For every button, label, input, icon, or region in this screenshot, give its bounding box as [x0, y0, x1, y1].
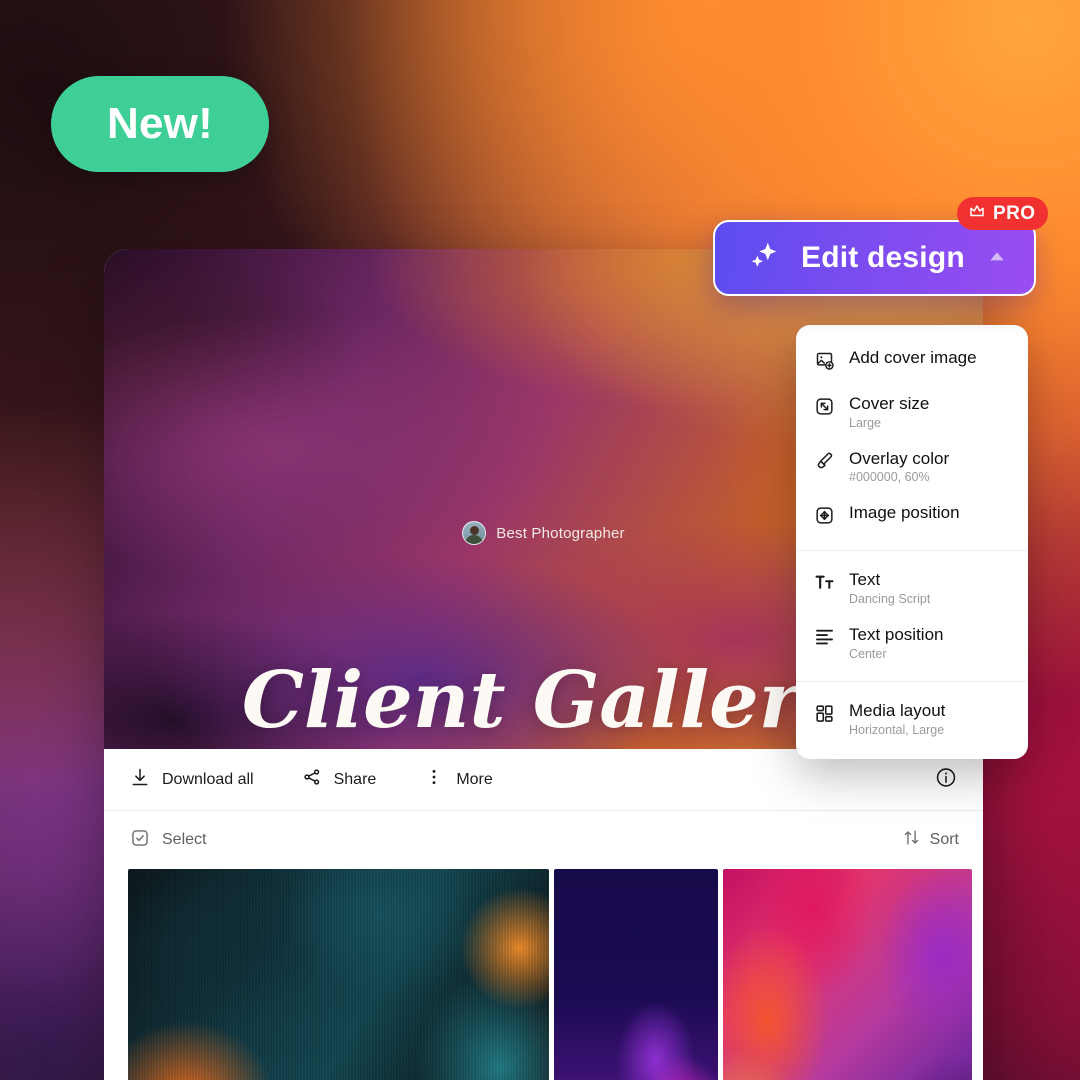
- thumbnail-grid: [104, 869, 983, 1080]
- sort-arrows-icon: [902, 828, 921, 852]
- crown-icon: [968, 202, 986, 225]
- move-icon: [814, 505, 835, 531]
- text-size-icon: [814, 572, 835, 598]
- grid-layout-icon: [814, 703, 835, 729]
- more-label: More: [456, 770, 493, 788]
- share-button[interactable]: Share: [302, 767, 377, 792]
- menu-divider-1: [796, 550, 1028, 552]
- menu-item-cover-size[interactable]: Cover size Large: [796, 385, 1028, 440]
- brush-icon: [814, 451, 835, 477]
- select-row: Select Sort: [104, 811, 983, 869]
- sort-label: Sort: [929, 831, 959, 848]
- menu-item-subtitle: Large: [849, 415, 881, 430]
- edit-design-label: Edit design: [801, 241, 965, 274]
- download-all-button[interactable]: Download all: [130, 767, 254, 792]
- menu-item-image-position[interactable]: Image position: [796, 494, 1028, 540]
- new-badge: New!: [51, 76, 269, 172]
- resize-icon: [814, 396, 835, 422]
- checkbox-checked-icon: [130, 828, 150, 853]
- pro-badge[interactable]: PRO: [957, 197, 1049, 230]
- sort-button[interactable]: Sort: [902, 828, 959, 852]
- menu-item-title: Overlay color: [849, 448, 950, 468]
- more-button[interactable]: More: [424, 767, 493, 792]
- select-button[interactable]: Select: [130, 828, 206, 853]
- download-all-label: Download all: [162, 770, 254, 788]
- info-button[interactable]: [935, 766, 957, 793]
- sparkles-icon: [745, 237, 783, 280]
- add-image-icon: [814, 350, 835, 376]
- menu-item-subtitle: #000000, 60%: [849, 470, 930, 485]
- menu-item-subtitle: Center: [849, 646, 887, 661]
- author-name: Best Photographer: [496, 524, 625, 542]
- menu-item-text[interactable]: Text Dancing Script: [796, 561, 1028, 616]
- download-icon: [130, 767, 150, 792]
- thumbnail-3[interactable]: [723, 869, 972, 1080]
- design-dropdown-menu: Add cover image Cover size Large Overlay…: [796, 325, 1028, 759]
- menu-item-media-layout[interactable]: Media layout Horizontal, Large: [796, 692, 1028, 747]
- align-left-icon: [814, 627, 835, 653]
- edit-design-button[interactable]: Edit design: [713, 220, 1036, 296]
- share-icon: [302, 767, 322, 792]
- thumbnail-2[interactable]: [554, 869, 718, 1080]
- menu-item-title: Add cover image: [849, 348, 977, 367]
- menu-item-title: Image position: [849, 503, 960, 523]
- thumbnail-1[interactable]: [128, 869, 549, 1080]
- menu-item-subtitle: Dancing Script: [849, 592, 931, 607]
- menu-item-overlay-color[interactable]: Overlay color #000000, 60%: [796, 440, 1028, 495]
- menu-item-add-cover-image[interactable]: Add cover image: [796, 339, 1028, 385]
- menu-item-text-position[interactable]: Text position Center: [796, 616, 1028, 671]
- new-badge-label: New!: [107, 99, 213, 148]
- info-icon: [935, 767, 957, 792]
- avatar: [462, 521, 487, 545]
- pro-badge-label: PRO: [993, 202, 1036, 224]
- select-label: Select: [162, 831, 207, 848]
- chevron-up-icon: [984, 243, 1010, 274]
- menu-item-title: Text: [849, 570, 881, 590]
- share-label: Share: [333, 770, 377, 788]
- menu-item-title: Cover size: [849, 394, 930, 413]
- menu-item-subtitle: Horizontal, Large: [849, 722, 945, 737]
- menu-item-title: Media layout: [849, 700, 946, 720]
- menu-item-title: Text position: [849, 625, 944, 645]
- more-vertical-icon: [424, 767, 444, 792]
- menu-divider-2: [796, 680, 1028, 682]
